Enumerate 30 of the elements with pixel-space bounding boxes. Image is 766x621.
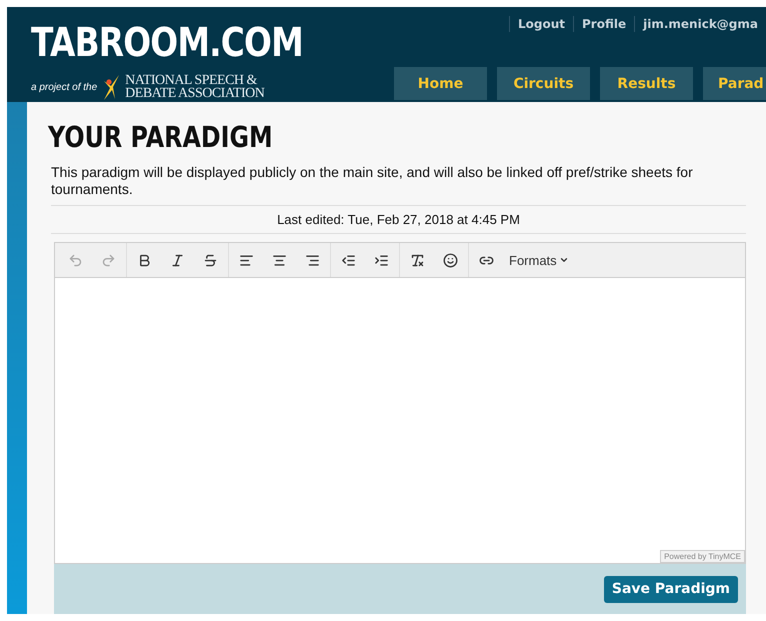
intro-text: This paradigm will be displayed publicly on the main site, and will also be linked off pref/strike sheets for tournaments. — [51, 164, 694, 198]
branding-label: Powered by TinyMCE — [660, 550, 745, 563]
nav-tab[interactable]: Results — [600, 67, 693, 100]
bold-icon — [137, 252, 152, 268]
formats-dropdown[interactable]: Formats — [503, 246, 575, 274]
undo-icon — [68, 252, 83, 268]
editor-text-area[interactable]: Powered by TinyMCE — [55, 278, 745, 563]
user-link[interactable]: jim.menick@gma — [634, 16, 766, 32]
nav-tab[interactable]: Parad — [703, 67, 766, 100]
strikethrough-icon — [203, 252, 218, 268]
smiley-icon — [443, 252, 458, 268]
nav-tab[interactable]: Circuits — [497, 67, 590, 100]
last-edited-text: Last edited: Tue, Feb 27, 2018 at 4:45 PM — [51, 205, 746, 234]
align-center-icon — [272, 252, 287, 268]
user-link[interactable]: Profile — [573, 16, 634, 32]
clear-format-icon — [410, 252, 425, 268]
user-link[interactable]: Logout — [509, 16, 574, 32]
align-right-icon — [305, 252, 320, 268]
save-button[interactable]: Save Paradigm — [604, 576, 738, 602]
organization-name: NATIONAL SPEECH & DEBATE ASSOCIATION — [125, 74, 264, 100]
nav-tab[interactable]: Home — [394, 67, 487, 100]
redo-icon — [101, 252, 116, 268]
align-left-icon — [239, 252, 254, 268]
caret-icon — [558, 255, 569, 265]
page-title: YOUR PARADIGM — [48, 120, 274, 154]
indent-icon — [374, 252, 389, 268]
tagline: a project of the — [31, 82, 98, 92]
italic-icon — [170, 252, 185, 268]
site-logo[interactable]: TABROOM.COM — [31, 21, 303, 65]
outdent-icon — [341, 252, 356, 268]
